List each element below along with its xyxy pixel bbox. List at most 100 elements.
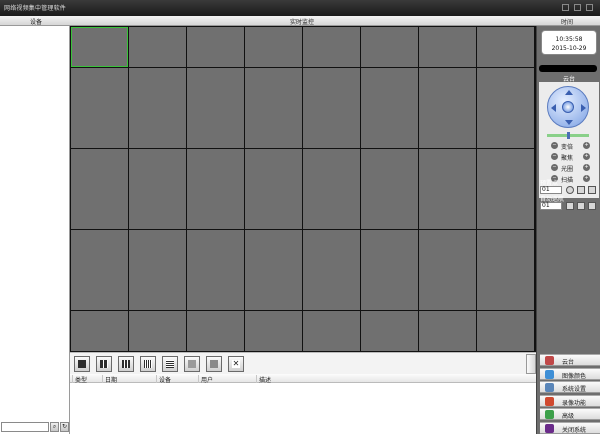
- cruise-select[interactable]: 01: [540, 202, 562, 210]
- video-cell[interactable]: [187, 108, 244, 148]
- video-cell[interactable]: [187, 229, 244, 270]
- video-cell[interactable]: [71, 67, 128, 108]
- close-button[interactable]: [586, 4, 593, 11]
- video-cell[interactable]: [187, 189, 244, 229]
- video-cell[interactable]: [303, 229, 360, 270]
- fullscreen-button[interactable]: ✕: [228, 356, 244, 372]
- video-cell[interactable]: [419, 108, 476, 148]
- video-cell[interactable]: [303, 310, 360, 351]
- video-cell[interactable]: [419, 270, 476, 310]
- video-cell[interactable]: [187, 310, 244, 351]
- video-cell[interactable]: [129, 108, 186, 148]
- video-cell[interactable]: [71, 108, 128, 148]
- video-cell[interactable]: [129, 189, 186, 229]
- arrow-right-icon[interactable]: [581, 104, 586, 112]
- device-search-input[interactable]: [1, 422, 49, 432]
- arrow-up-icon[interactable]: [565, 90, 573, 95]
- layout-64-button[interactable]: [206, 356, 222, 372]
- video-cell[interactable]: [129, 67, 186, 108]
- ptz-speed-slider[interactable]: [547, 132, 589, 139]
- video-cell[interactable]: [245, 229, 302, 270]
- video-cell[interactable]: [245, 189, 302, 229]
- menu-item[interactable]: 录像功能: [540, 394, 600, 407]
- ptz-direction-pad[interactable]: [547, 86, 589, 128]
- zoom-plus-button[interactable]: +: [583, 142, 590, 149]
- video-cell[interactable]: [71, 189, 128, 229]
- video-cell[interactable]: [477, 189, 534, 229]
- video-cell[interactable]: [419, 148, 476, 189]
- video-cell[interactable]: [361, 67, 418, 108]
- iris-minus-button[interactable]: −: [551, 164, 558, 171]
- video-cell[interactable]: [361, 229, 418, 270]
- video-cell[interactable]: [129, 270, 186, 310]
- preset-select[interactable]: 01: [540, 186, 562, 194]
- video-cell[interactable]: [245, 270, 302, 310]
- zoom-minus-button[interactable]: −: [551, 142, 558, 149]
- video-cell[interactable]: [419, 310, 476, 351]
- layout-36-button[interactable]: [184, 356, 200, 372]
- focus-plus-button[interactable]: +: [583, 153, 590, 160]
- video-cell[interactable]: [477, 67, 534, 108]
- layout-9-button[interactable]: [118, 356, 134, 372]
- focus-minus-button[interactable]: −: [551, 153, 558, 160]
- video-cell[interactable]: [187, 27, 244, 67]
- menu-item[interactable]: 系统设置: [540, 381, 600, 393]
- video-cell[interactable]: [303, 108, 360, 148]
- preset-add-button[interactable]: [577, 186, 585, 194]
- video-cell[interactable]: [245, 310, 302, 351]
- video-cell[interactable]: [419, 229, 476, 270]
- video-cell[interactable]: [477, 108, 534, 148]
- video-cell[interactable]: [477, 310, 534, 351]
- video-cell[interactable]: [361, 27, 418, 67]
- layout-16-button[interactable]: [140, 356, 156, 372]
- cruise-stop-button[interactable]: [577, 202, 585, 210]
- video-cell[interactable]: [71, 310, 128, 351]
- video-cell[interactable]: [303, 148, 360, 189]
- layout-25-button[interactable]: [162, 356, 178, 372]
- video-cell[interactable]: [245, 67, 302, 108]
- video-cell[interactable]: [71, 27, 128, 67]
- video-cell[interactable]: [419, 189, 476, 229]
- layout-1-button[interactable]: [74, 356, 90, 372]
- video-cell[interactable]: [71, 148, 128, 189]
- refresh-button[interactable]: ↻: [60, 422, 69, 432]
- menu-item[interactable]: 高级: [540, 408, 600, 420]
- menu-item[interactable]: 图像颜色: [540, 367, 600, 380]
- video-cell[interactable]: [187, 67, 244, 108]
- toolbar-scroll[interactable]: [526, 354, 536, 374]
- video-cell[interactable]: [129, 310, 186, 351]
- video-cell[interactable]: [245, 27, 302, 67]
- layout-4-button[interactable]: [96, 356, 112, 372]
- arrow-left-icon[interactable]: [551, 104, 556, 112]
- cruise-play-button[interactable]: [566, 202, 574, 210]
- arrow-down-icon[interactable]: [565, 120, 573, 125]
- video-cell[interactable]: [245, 108, 302, 148]
- video-cell[interactable]: [71, 229, 128, 270]
- video-cell[interactable]: [187, 148, 244, 189]
- maximize-button[interactable]: [574, 4, 581, 11]
- video-cell[interactable]: [187, 270, 244, 310]
- video-cell[interactable]: [477, 229, 534, 270]
- menu-item[interactable]: 关闭系统: [540, 421, 600, 434]
- video-cell[interactable]: [419, 67, 476, 108]
- video-cell[interactable]: [361, 108, 418, 148]
- video-cell[interactable]: [303, 189, 360, 229]
- video-cell[interactable]: [129, 148, 186, 189]
- cruise-grid-button[interactable]: [588, 202, 596, 210]
- minimize-button[interactable]: [562, 4, 569, 11]
- menu-item[interactable]: 云台: [540, 354, 600, 366]
- video-cell[interactable]: [303, 27, 360, 67]
- video-cell[interactable]: [129, 229, 186, 270]
- video-cell[interactable]: [361, 310, 418, 351]
- preset-goto-button[interactable]: [566, 186, 574, 194]
- video-cell[interactable]: [129, 27, 186, 67]
- video-cell[interactable]: [303, 270, 360, 310]
- video-cell[interactable]: [477, 148, 534, 189]
- video-cell[interactable]: [361, 148, 418, 189]
- ptz-center-button[interactable]: [562, 101, 574, 113]
- search-button[interactable]: ⌕: [50, 422, 59, 432]
- video-cell[interactable]: [477, 270, 534, 310]
- iris-plus-button[interactable]: +: [583, 164, 590, 171]
- video-cell[interactable]: [361, 270, 418, 310]
- device-tree-panel[interactable]: ⌕ ↻: [0, 26, 70, 434]
